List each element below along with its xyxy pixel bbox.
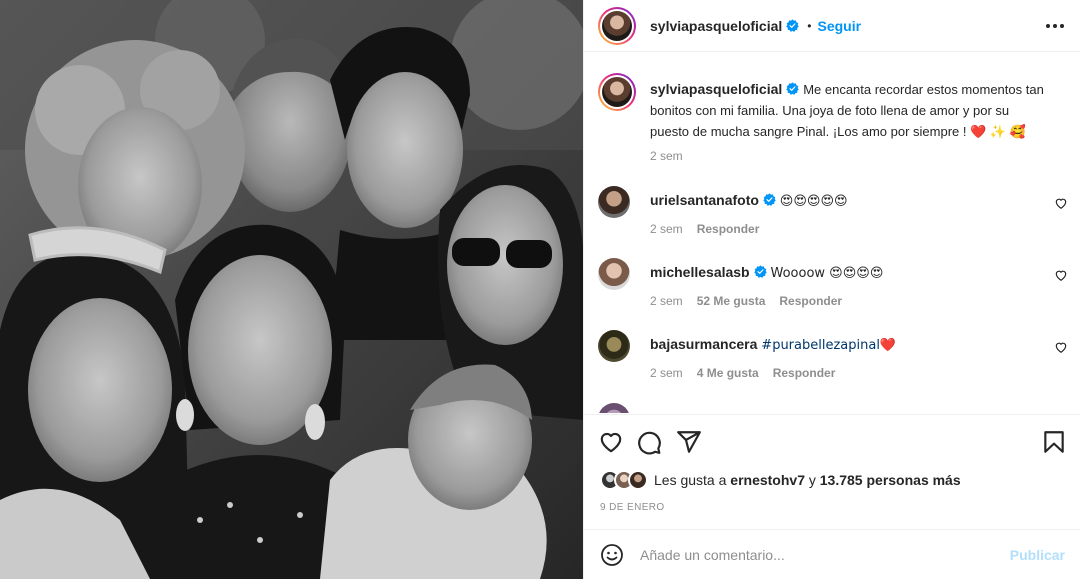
bookmark-icon[interactable]	[1041, 429, 1067, 455]
publish-button[interactable]: Publicar	[1010, 547, 1065, 563]
post-photo[interactable]	[0, 0, 583, 579]
comment-username[interactable]: michellesalasb	[650, 264, 750, 280]
likes-middle: y	[804, 472, 820, 488]
reply-button[interactable]: Responder	[773, 366, 836, 380]
author-username[interactable]: sylviapasqueloficial	[650, 18, 782, 34]
comment-text: 😍😍😍😍😍	[779, 194, 848, 209]
instagram-post: sylviapasqueloficial • Seguir sylviapasq…	[0, 0, 1080, 579]
author-avatar[interactable]	[598, 6, 636, 45]
caption-meta: 2 sem	[650, 149, 697, 163]
header-separator: •	[807, 18, 812, 33]
likes-prefix: Les gusta a	[654, 472, 731, 488]
post-header: sylviapasqueloficial • Seguir	[584, 0, 1080, 52]
comment-like-icon[interactable]	[1054, 340, 1068, 354]
avatar-ring-inner	[600, 8, 634, 43]
verified-badge-icon	[786, 82, 800, 95]
caption-body: sylviapasqueloficial Me encanta recordar…	[650, 79, 1050, 142]
author-avatar-image	[602, 10, 632, 41]
comment-item: michellesalasb Woooow 😍😍😍😍 2 sem 52 Me gu…	[598, 258, 1068, 318]
liker-username[interactable]: ernestohv7	[730, 472, 805, 488]
comment-time[interactable]: 2 sem	[650, 294, 683, 308]
more-options-dots	[1046, 24, 1064, 28]
share-icon[interactable]	[676, 429, 702, 455]
post-side-panel: sylviapasqueloficial • Seguir sylviapasq…	[583, 0, 1080, 579]
comment-username[interactable]: bajasurmancera	[650, 336, 757, 352]
commenter-avatar[interactable]	[598, 403, 630, 413]
comment-text: Woooow 😍😍😍😍	[770, 266, 884, 281]
liker-avatars[interactable]	[600, 468, 652, 492]
comment-time[interactable]: 2 sem	[650, 366, 683, 380]
comment-like-icon[interactable]	[1054, 268, 1068, 282]
reply-button[interactable]: Responder	[697, 222, 760, 236]
comment-likes-count[interactable]: 4 Me gusta	[697, 366, 759, 380]
comment-body: michellesalasb Woooow 😍😍😍😍	[650, 262, 1050, 284]
comment-item: urielsantanafoto 😍😍😍😍😍 2 sem Responder	[598, 186, 1068, 246]
comment-icon[interactable]	[636, 429, 662, 455]
comment-username[interactable]: urielsantanafoto	[650, 192, 759, 208]
avatar-ring-inner	[600, 75, 634, 109]
comment-meta: 2 sem 52 Me gusta Responder	[650, 294, 856, 308]
caption-username[interactable]: sylviapasqueloficial	[650, 81, 782, 97]
follow-button[interactable]: Seguir	[818, 18, 862, 34]
comment-composer: Publicar	[584, 529, 1080, 579]
comment-input[interactable]	[640, 546, 1000, 563]
caption-avatar[interactable]	[598, 73, 636, 111]
reply-button[interactable]: Responder	[779, 294, 842, 308]
caption-avatar-image	[602, 77, 632, 107]
likes-summary: Les gusta a ernestohv7 y 13.785 personas…	[600, 468, 961, 492]
comments-list[interactable]: sylviapasqueloficial Me encanta recordar…	[584, 53, 1080, 413]
post-actions	[584, 414, 1080, 469]
emoji-icon[interactable]	[600, 543, 624, 567]
commenter-avatar[interactable]	[598, 330, 630, 362]
comment-item: bajasurmancera #purabellezapinal❤️ 2 sem…	[598, 330, 1068, 390]
verified-badge-icon	[753, 265, 767, 278]
comment-likes-count[interactable]: 52 Me gusta	[697, 294, 766, 308]
comment-time[interactable]: 2 sem	[650, 222, 683, 236]
commenter-avatar[interactable]	[598, 186, 630, 218]
post-date[interactable]: 9 de enero	[600, 502, 665, 513]
caption: sylviapasqueloficial Me encanta recordar…	[598, 73, 1068, 168]
commenter-avatar[interactable]	[598, 258, 630, 290]
comment-body: urielsantanafoto 😍😍😍😍😍	[650, 190, 1050, 212]
heart-icon[interactable]	[598, 429, 624, 455]
comment-meta: 2 sem Responder	[650, 222, 773, 236]
comment-item-partial	[598, 403, 1068, 413]
verified-badge-icon	[763, 193, 776, 206]
comment-hashtag[interactable]: #purabellezapinal❤️	[761, 338, 896, 353]
comment-like-icon[interactable]	[1054, 196, 1068, 210]
verified-badge-icon	[786, 19, 800, 32]
liker-avatar	[628, 470, 648, 490]
more-options-icon[interactable]	[1045, 16, 1065, 36]
likes-count[interactable]: 13.785 personas más	[820, 472, 961, 488]
comment-body: bajasurmancera #purabellezapinal❤️	[650, 334, 1050, 356]
comment-meta: 2 sem 4 Me gusta Responder	[650, 366, 849, 380]
family-photo-image	[0, 0, 583, 579]
caption-time[interactable]: 2 sem	[650, 149, 683, 163]
